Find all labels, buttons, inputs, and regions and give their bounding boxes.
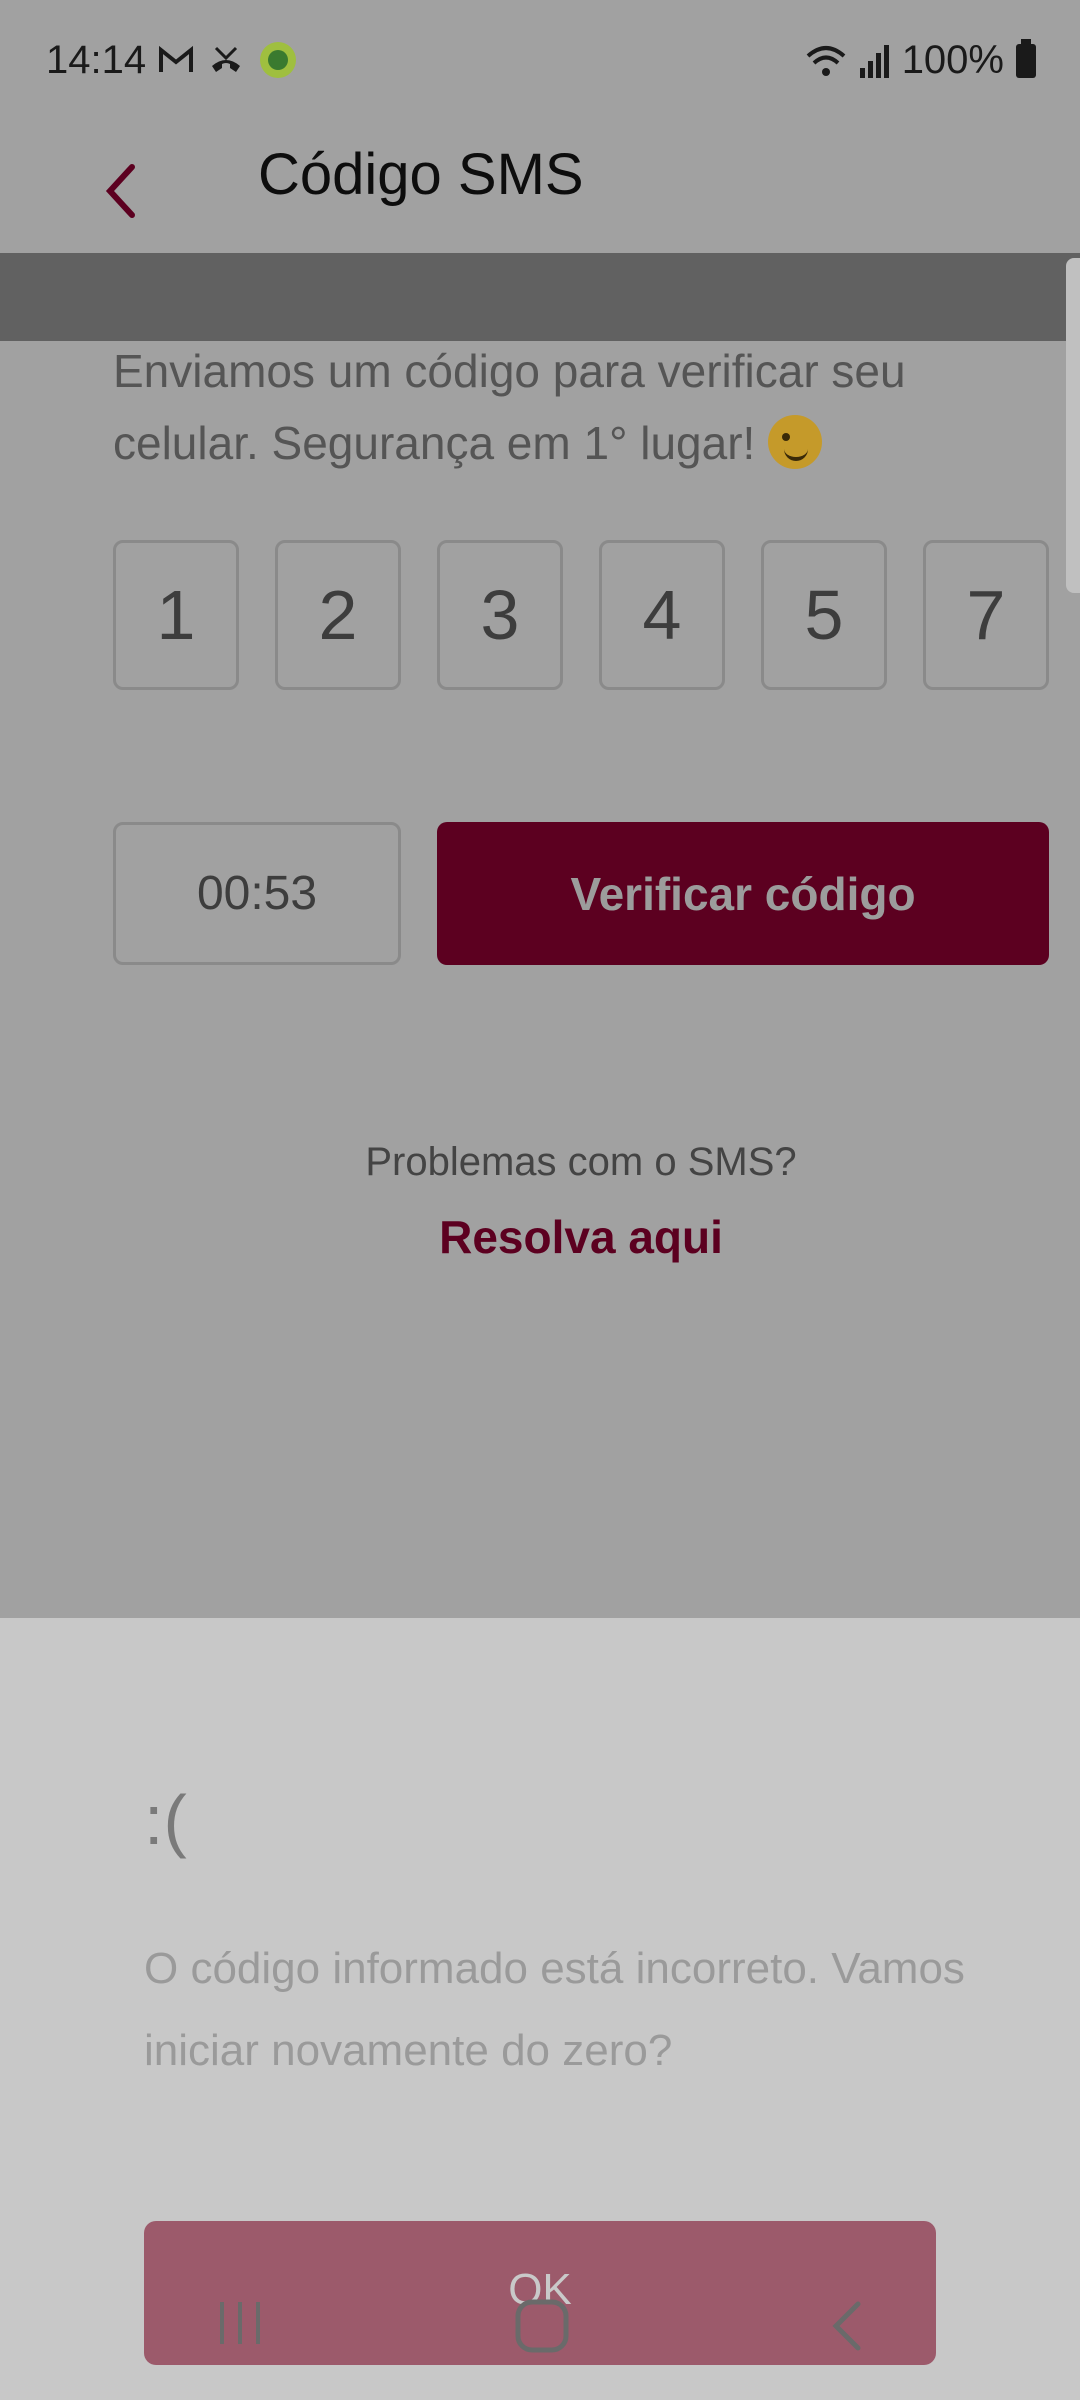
chevron-left-icon — [105, 164, 135, 218]
system-nav-bar — [0, 2254, 1080, 2400]
help-question: Problemas com o SMS? — [365, 1140, 797, 1184]
recent-apps-icon[interactable] — [216, 2298, 264, 2348]
resolve-here-link[interactable]: Resolva aqui — [0, 1210, 1080, 1264]
header-shadow — [0, 253, 1080, 341]
page-title: Código SMS — [258, 142, 584, 207]
verify-code-button[interactable]: Verificar código — [437, 822, 1049, 965]
app-badge-icon — [260, 42, 296, 78]
winking-face-icon — [768, 415, 823, 469]
code-digit-6[interactable]: 7 — [923, 540, 1049, 690]
status-right: 100% — [806, 38, 1036, 83]
app-bar: Código SMS — [0, 125, 1080, 253]
scrollbar[interactable] — [1066, 258, 1080, 593]
resend-timer: 00:53 — [113, 822, 401, 965]
gmail-icon — [159, 45, 193, 72]
code-digit-5[interactable]: 5 — [761, 540, 887, 690]
notification-icons — [158, 40, 298, 80]
back-button[interactable] — [92, 145, 162, 235]
battery-icon — [1016, 38, 1036, 78]
code-digit-2[interactable]: 2 — [275, 540, 401, 690]
battery-percent: 100% — [901, 38, 1004, 82]
code-digit-4[interactable]: 4 — [599, 540, 725, 690]
intro-text: Enviamos um código para verificar seu ce… — [113, 335, 1013, 479]
status-bar: 14:14 100% — [0, 0, 1080, 125]
nav-back-icon[interactable] — [826, 2298, 866, 2354]
code-digit-3[interactable]: 3 — [437, 540, 563, 690]
home-icon[interactable] — [514, 2298, 570, 2354]
signal-icon — [859, 44, 889, 78]
wifi-icon — [806, 45, 846, 76]
sad-face: :( — [144, 1781, 187, 1859]
status-time: 14:14 — [46, 38, 147, 82]
missed-call-icon — [212, 46, 240, 72]
code-digit-1[interactable]: 1 — [113, 540, 239, 690]
error-message: O código informado está incorreto. Vamos… — [144, 1944, 965, 2075]
